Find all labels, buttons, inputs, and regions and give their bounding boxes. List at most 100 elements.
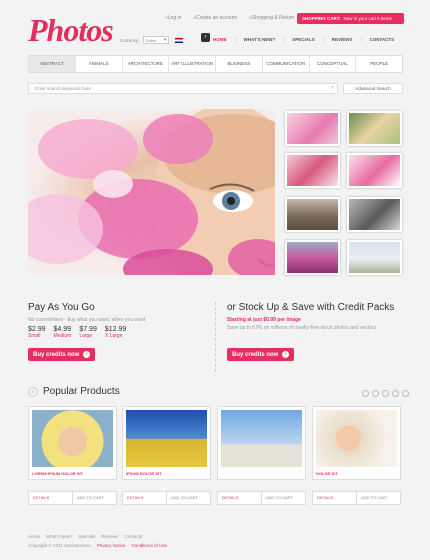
add-to-cart-button[interactable]: ADD TO CART	[73, 492, 116, 504]
thumbnail-5[interactable]	[285, 197, 340, 232]
chevron-right-icon: ›	[28, 386, 38, 397]
product-actions-2: DETAILS ADD TO CART	[122, 491, 211, 505]
category-conceptual[interactable]: Conceptual	[310, 56, 357, 72]
thumbnail-2[interactable]	[347, 111, 402, 146]
carousel-dot[interactable]	[372, 390, 379, 397]
arrow-right-icon: ›	[282, 351, 290, 358]
price-large: $7.99 Large	[79, 326, 97, 339]
product-image[interactable]	[316, 410, 397, 467]
login-link[interactable]: Log in	[165, 15, 182, 21]
price-small-label: Small	[28, 333, 41, 339]
buy-credits-pack-label: Buy credits now	[232, 351, 279, 358]
nav-reviews[interactable]: REVIEWS	[322, 37, 361, 42]
nav-home[interactable]: HOME	[213, 37, 235, 42]
price-small-amount: $2.99	[28, 326, 46, 333]
product-card-4[interactable]: DOLOR SIT	[312, 406, 401, 480]
thumbnail-1[interactable]	[285, 111, 340, 146]
carousel-dot[interactable]	[382, 390, 389, 397]
cart-status: Now in your cart 0 items	[343, 16, 392, 21]
category-communication[interactable]: Communication	[263, 56, 310, 72]
footer-reviews-link[interactable]: Reviews	[101, 534, 118, 539]
details-button[interactable]: DETAILS	[218, 492, 262, 504]
copyright-text: Copyright © 2011 osCommerce	[28, 543, 91, 548]
thumbnail-6[interactable]	[347, 197, 402, 232]
details-button[interactable]: DETAILS	[313, 492, 357, 504]
create-account-link[interactable]: Create an account	[193, 15, 237, 21]
footer-specials-link[interactable]: Specials	[78, 534, 95, 539]
search-input[interactable]: Enter search keywords here	[28, 83, 338, 94]
price-large-amount: $7.99	[79, 326, 97, 333]
category-abstract[interactable]: Abstract	[29, 56, 76, 72]
popular-products-title: Popular Products	[43, 386, 120, 397]
thumbnail-8[interactable]	[347, 240, 402, 275]
price-medium-amount: $4.99	[53, 326, 72, 333]
thumbnail-4[interactable]	[347, 153, 402, 188]
footer-home-link[interactable]: Home	[28, 534, 40, 539]
buy-credits-label: Buy credits now	[33, 351, 80, 358]
footer-links: Home What's New? Specials Reviews Contac…	[28, 534, 142, 539]
price-medium-label: Medium	[53, 333, 72, 339]
carousel-dots	[362, 390, 409, 397]
price-xlarge-amount: $12.99	[104, 326, 127, 333]
product-actions-1: DETAILS ADD TO CART	[28, 491, 117, 505]
category-architecture[interactable]: Architecture	[123, 56, 170, 72]
home-icon[interactable]: ›	[201, 33, 210, 42]
nav-whats-new[interactable]: WHAT'S NEW?	[234, 37, 284, 42]
add-to-cart-button[interactable]: ADD TO CART	[167, 492, 210, 504]
category-art-illustration[interactable]: Art Illustration	[169, 56, 216, 72]
product-card-2[interactable]: IPSUM DOLOR SIT	[122, 406, 211, 480]
privacy-link[interactable]: Privacy Notice	[97, 543, 126, 548]
add-to-cart-button[interactable]: ADD TO CART	[357, 492, 400, 504]
popular-products-heading: › Popular Products	[28, 386, 120, 397]
add-to-cart-button[interactable]: ADD TO CART	[262, 492, 305, 504]
site-logo[interactable]: Photos	[28, 12, 114, 49]
product-name[interactable]: LOREM IPSUM DOLOR SIT	[32, 471, 83, 476]
category-business[interactable]: Business	[216, 56, 263, 72]
pay-subtitle: No commitment - buy what you want, when …	[28, 317, 145, 323]
price-xlarge: $12.99 X Large	[105, 326, 126, 339]
product-image[interactable]	[221, 410, 302, 467]
nav-contacts[interactable]: CONTACTS	[360, 37, 403, 42]
currency-label: Currency:	[120, 37, 140, 43]
category-bar: Abstract Animals Architecture Art Illust…	[28, 55, 403, 73]
footer-whats-new-link[interactable]: What's New?	[46, 534, 72, 539]
hero-image[interactable]	[28, 109, 275, 275]
product-card-3[interactable]	[217, 406, 306, 480]
product-name[interactable]: IPSUM DOLOR SIT	[126, 471, 162, 476]
carousel-dot[interactable]	[392, 390, 399, 397]
product-image[interactable]	[126, 410, 207, 467]
buy-credits-button[interactable]: Buy credits now ›	[28, 348, 96, 361]
product-card-1[interactable]: LOREM IPSUM DOLOR SIT	[28, 406, 117, 480]
product-name[interactable]: DOLOR SIT	[316, 471, 338, 476]
section-divider	[215, 302, 216, 372]
nav-specials[interactable]: SPECIALS	[283, 37, 323, 42]
category-people[interactable]: People	[356, 56, 402, 72]
search-arrow-icon[interactable]: ›	[328, 84, 337, 93]
stock-title: or Stock Up & Save with Credit Packs	[227, 302, 395, 313]
advanced-search-button[interactable]: Advanced Search	[343, 83, 403, 94]
carousel-dot[interactable]	[362, 390, 369, 397]
currency-select[interactable]: Dollar	[142, 36, 169, 44]
main-nav: HOME WHAT'S NEW? SPECIALS REVIEWS CONTAC…	[213, 37, 402, 42]
product-actions-3: DETAILS ADD TO CART	[217, 491, 306, 505]
pay-title: Pay As You Go	[28, 302, 95, 313]
product-image[interactable]	[32, 410, 113, 467]
carousel-dot[interactable]	[402, 390, 409, 397]
footer-contacts-link[interactable]: Contacts	[124, 534, 142, 539]
category-animals[interactable]: Animals	[76, 56, 123, 72]
hero-illustration	[28, 109, 275, 275]
price-medium: $4.99 Medium	[54, 326, 72, 339]
thumbnail-7[interactable]	[285, 240, 340, 275]
buy-credits-pack-button[interactable]: Buy credits now ›	[227, 348, 295, 361]
currency-selector: Currency: Dollar	[120, 36, 183, 44]
details-button[interactable]: DETAILS	[29, 492, 73, 504]
footer-copyright: Copyright © 2011 osCommerce Privacy Noti…	[28, 543, 167, 548]
shopping-cart-bar[interactable]: SHOPPING CART: Now in your cart 0 items	[297, 13, 404, 24]
price-small: $2.99 Small	[28, 326, 46, 339]
conditions-link[interactable]: Conditions of Use	[132, 543, 168, 548]
arrow-right-icon: ›	[83, 351, 91, 358]
thumbnail-3[interactable]	[285, 153, 340, 188]
shopping-return-link[interactable]: Shopping & Return	[249, 15, 294, 21]
details-button[interactable]: DETAILS	[123, 492, 167, 504]
language-flag-icon[interactable]	[174, 37, 183, 43]
